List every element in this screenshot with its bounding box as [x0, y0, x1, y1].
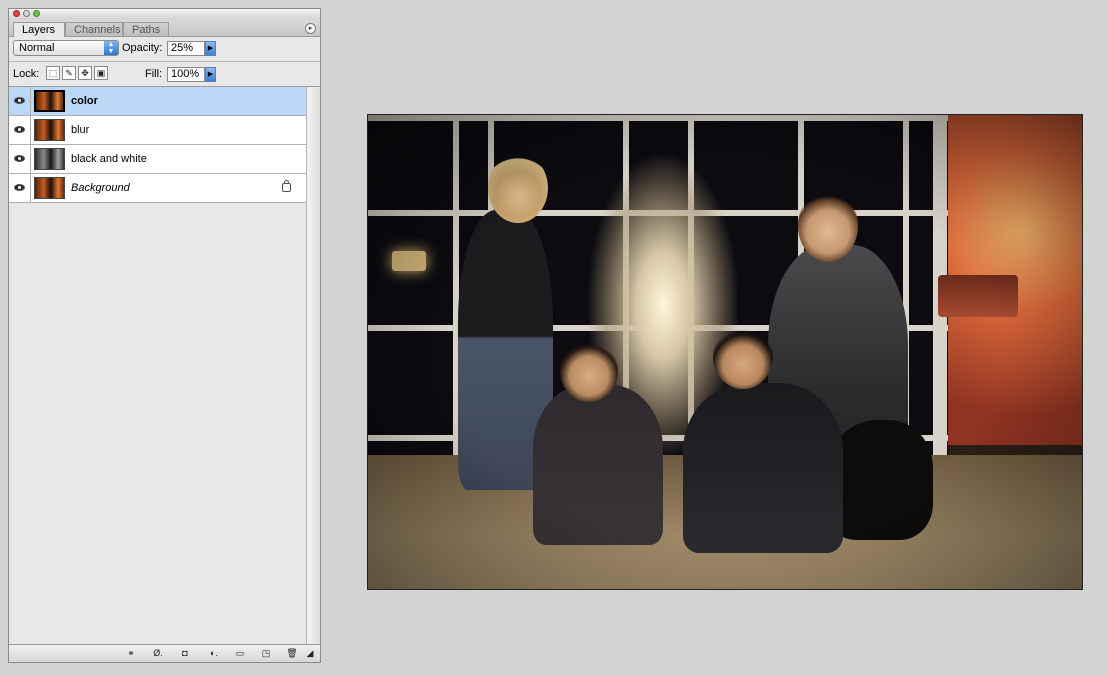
layer-row-color[interactable]: color	[9, 87, 306, 116]
zoom-icon[interactable]	[33, 10, 40, 17]
layers-palette: Layers Channels Paths ▸ Normal ▲ ▼ Opacit…	[8, 8, 321, 663]
new-layer-icon[interactable]: ◳	[257, 647, 275, 659]
visibility-toggle[interactable]	[9, 87, 31, 115]
layer-name: color	[71, 95, 98, 107]
layer-row-blur[interactable]: blur	[9, 116, 306, 145]
palette-titlebar[interactable]	[9, 9, 320, 20]
link-layers-icon[interactable]: ⚭	[122, 647, 140, 659]
layer-mask-icon[interactable]: ◘	[176, 647, 194, 659]
eye-icon	[14, 184, 25, 191]
close-icon[interactable]	[13, 10, 20, 17]
lock-position-move-icon[interactable]: ✥	[78, 66, 92, 80]
palette-tabs: Layers Channels Paths ▸	[9, 20, 320, 37]
opacity-slider-arrow-icon[interactable]: ▶	[205, 41, 216, 56]
fill-field[interactable]: 100%	[167, 67, 205, 82]
trash-icon[interactable]: 🗑	[283, 647, 301, 659]
layer-list-scrollbar[interactable]	[306, 87, 320, 645]
layer-thumbnail	[34, 177, 65, 199]
visibility-toggle[interactable]	[9, 174, 31, 202]
lock-label: Lock:	[13, 68, 40, 80]
tab-paths[interactable]: Paths	[123, 22, 169, 36]
palette-bottom-bar: ⚭ Ø. ◘ ◐. ▭ ◳ 🗑 ◢	[9, 644, 320, 662]
lock-all-icon[interactable]: ▣	[94, 66, 108, 80]
opacity-field[interactable]: 25%	[167, 41, 205, 56]
fill-label: Fill:	[145, 68, 163, 80]
lock-fill-row: Lock: ⬚ ✎ ✥ ▣ Fill: 100% ▶	[9, 62, 320, 87]
layer-style-icon[interactable]: Ø.	[149, 647, 167, 659]
visibility-toggle[interactable]	[9, 116, 31, 144]
palette-menu-icon[interactable]: ▸	[305, 23, 316, 34]
blend-mode-value: Normal	[19, 42, 55, 54]
adjustment-layer-icon[interactable]: ◐.	[205, 647, 223, 659]
blend-mode-select[interactable]: Normal ▲ ▼	[13, 40, 119, 56]
layer-row-black-and-white[interactable]: black and white	[9, 145, 306, 174]
document-canvas-photo[interactable]	[367, 114, 1083, 590]
layer-thumbnail	[34, 148, 65, 170]
lock-pixels-brush-icon[interactable]: ✎	[62, 66, 76, 80]
minimize-icon[interactable]	[23, 10, 30, 17]
updown-arrows-icon: ▲ ▼	[104, 41, 118, 55]
resize-grip-icon[interactable]: ◢	[303, 647, 317, 659]
fill-slider-arrow-icon[interactable]: ▶	[205, 67, 216, 82]
layer-name: Background	[71, 182, 130, 194]
eye-icon	[14, 97, 25, 104]
opacity-label: Opacity:	[122, 42, 163, 54]
eye-icon	[14, 126, 25, 133]
visibility-toggle[interactable]	[9, 145, 31, 173]
padlock-icon	[282, 180, 291, 192]
layer-list: color blur black and white Background	[9, 87, 306, 645]
tab-layers[interactable]: Layers	[13, 22, 65, 37]
blend-opacity-row: Normal ▲ ▼ Opacity: 25% ▶	[9, 37, 320, 62]
layer-thumbnail	[34, 119, 65, 141]
tab-channels[interactable]: Channels	[65, 22, 123, 36]
eye-icon	[14, 155, 25, 162]
photo-vignette	[368, 115, 1082, 589]
layer-name: blur	[71, 124, 90, 136]
layer-row-background[interactable]: Background	[9, 174, 306, 203]
lock-transparency-icon[interactable]: ⬚	[46, 66, 60, 80]
new-group-icon[interactable]: ▭	[231, 647, 249, 659]
layer-thumbnail	[34, 90, 65, 112]
layer-name: black and white	[71, 153, 147, 165]
